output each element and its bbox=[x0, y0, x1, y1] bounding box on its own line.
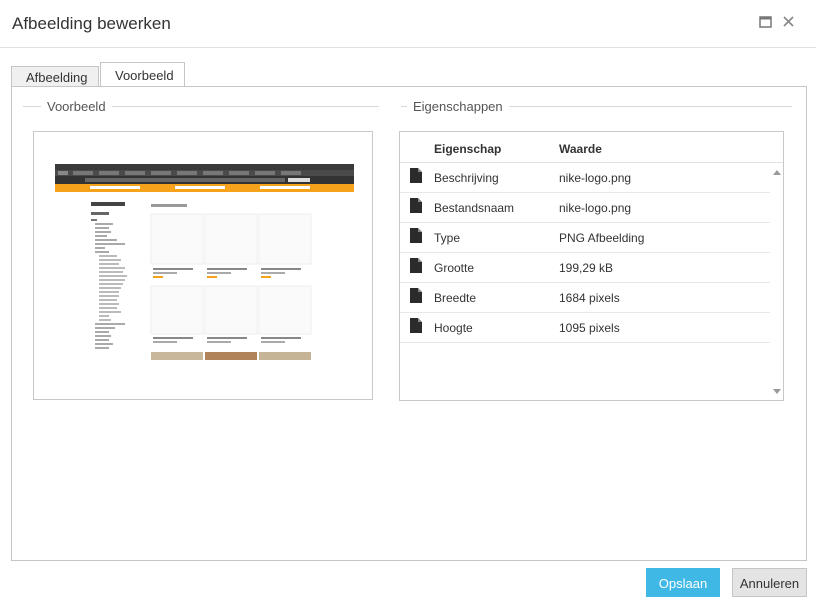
preview-legend: Voorbeeld bbox=[41, 99, 112, 114]
scroll-down-icon[interactable] bbox=[773, 389, 781, 394]
property-name: Bestandsnaam bbox=[434, 201, 515, 215]
file-icon bbox=[410, 198, 422, 213]
properties-grid-header: Eigenschap Waarde bbox=[400, 132, 783, 163]
column-header-value[interactable]: Waarde bbox=[559, 142, 602, 156]
table-row[interactable]: Hoogte 1095 pixels bbox=[400, 313, 770, 343]
file-icon bbox=[410, 318, 422, 333]
properties-grid: Eigenschap Waarde Beschrijving nike-logo… bbox=[399, 131, 784, 401]
file-icon bbox=[410, 258, 422, 273]
tab-voorbeeld[interactable]: Voorbeeld bbox=[100, 62, 185, 88]
properties-scrollbar[interactable] bbox=[770, 163, 783, 400]
table-row[interactable]: Beschrijving nike-logo.png bbox=[400, 163, 770, 193]
tab-panel: Voorbeeld Eigenschappen Eigenschap Waard… bbox=[11, 86, 807, 561]
tab-afbeelding[interactable]: Afbeelding bbox=[11, 66, 99, 87]
maximize-icon[interactable] bbox=[758, 14, 774, 30]
image-thumbnail bbox=[55, 164, 354, 360]
property-name: Hoogte bbox=[434, 321, 473, 335]
table-row[interactable]: Bestandsnaam nike-logo.png bbox=[400, 193, 770, 223]
file-icon bbox=[410, 228, 422, 243]
property-value: nike-logo.png bbox=[559, 201, 632, 215]
thumbnail-graphic bbox=[55, 164, 354, 360]
property-value: 1684 pixels bbox=[559, 291, 620, 305]
property-value: 199,29 kB bbox=[559, 261, 614, 275]
file-icon bbox=[410, 288, 422, 303]
image-preview-frame bbox=[33, 131, 373, 400]
properties-legend: Eigenschappen bbox=[407, 99, 509, 114]
close-icon[interactable] bbox=[781, 14, 797, 30]
property-value: nike-logo.png bbox=[559, 171, 632, 185]
save-button[interactable]: Opslaan bbox=[646, 568, 720, 597]
table-row[interactable]: Grootte 199,29 kB bbox=[400, 253, 770, 283]
property-name: Beschrijving bbox=[434, 171, 499, 185]
property-value: 1095 pixels bbox=[559, 321, 620, 335]
file-icon bbox=[410, 168, 422, 183]
table-row[interactable]: Type PNG Afbeelding bbox=[400, 223, 770, 253]
property-name: Grootte bbox=[434, 261, 475, 275]
column-header-property[interactable]: Eigenschap bbox=[434, 142, 501, 156]
property-name: Breedte bbox=[434, 291, 477, 305]
scroll-up-icon[interactable] bbox=[773, 170, 781, 175]
property-value: PNG Afbeelding bbox=[559, 231, 645, 245]
dialog-titlebar: Afbeelding bewerken bbox=[0, 0, 816, 48]
property-name: Type bbox=[434, 231, 461, 245]
table-row[interactable]: Breedte 1684 pixels bbox=[400, 283, 770, 313]
cancel-button[interactable]: Annuleren bbox=[732, 568, 807, 597]
dialog-title: Afbeelding bewerken bbox=[12, 14, 171, 33]
